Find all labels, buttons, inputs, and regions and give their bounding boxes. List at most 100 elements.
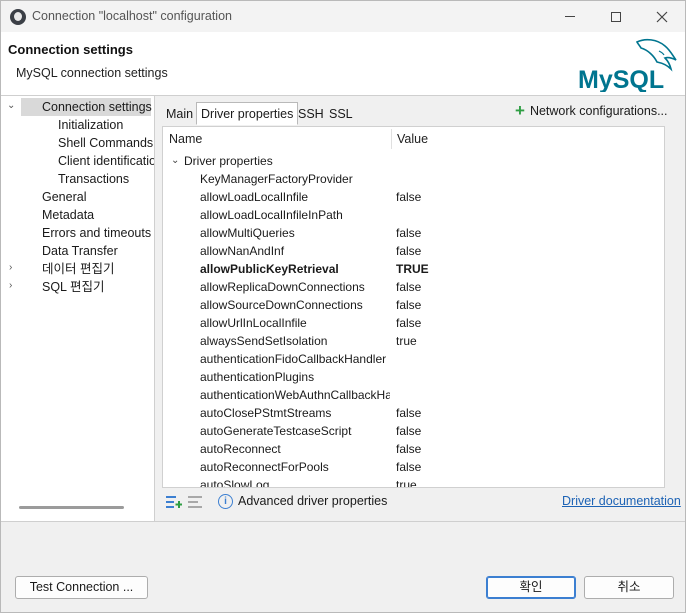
table-row[interactable]: allowNanAndInf false xyxy=(163,242,660,260)
chevron-down-icon[interactable]: ⌄ xyxy=(7,100,15,111)
group-label: Driver properties xyxy=(184,154,273,168)
property-value[interactable]: false xyxy=(396,296,421,314)
table-row[interactable]: alwaysSendSetIsolation true xyxy=(163,332,660,350)
footer-divider xyxy=(1,521,685,522)
chevron-right-icon[interactable]: › xyxy=(9,262,12,273)
table-row[interactable]: allowUrlInLocalInfile false xyxy=(163,314,660,332)
table-row[interactable]: autoReconnectForPools false xyxy=(163,458,660,476)
remove-property-icon[interactable] xyxy=(188,495,204,509)
chevron-right-icon[interactable]: › xyxy=(9,280,12,291)
dialog-header: Connection settings MySQL connection set… xyxy=(1,32,685,96)
property-value[interactable]: false xyxy=(396,242,421,260)
property-name: autoReconnectForPools xyxy=(200,460,329,474)
table-row[interactable]: allowPublicKeyRetrieval TRUE xyxy=(163,260,660,278)
table-row[interactable]: KeyManagerFactoryProvider xyxy=(163,170,660,188)
property-name: allowNanAndInf xyxy=(200,244,285,258)
tree-item-shell-commands[interactable]: Shell Commands xyxy=(58,134,153,152)
tab-driver-properties[interactable]: Driver properties xyxy=(196,102,299,125)
table-row[interactable]: authenticationPlugins xyxy=(163,368,660,386)
svg-text:MySQL: MySQL xyxy=(578,66,664,92)
tree-item-connection-settings[interactable]: Connection settings xyxy=(21,98,152,116)
tree-item-general[interactable]: General xyxy=(42,188,86,206)
table-row[interactable]: autoSlowLog true xyxy=(163,476,660,488)
tree-item-label: Data Transfer xyxy=(42,244,118,258)
property-name: autoSlowLog xyxy=(200,478,270,488)
table-group-row[interactable]: ⌄ Driver properties xyxy=(163,152,660,170)
property-name: allowUrlInLocalInfile xyxy=(200,316,307,330)
property-value[interactable]: true xyxy=(396,476,417,487)
property-value[interactable]: false xyxy=(396,404,421,422)
property-name: KeyManagerFactoryProvider xyxy=(200,172,353,186)
property-value[interactable]: false xyxy=(396,440,421,458)
table-row[interactable]: allowReplicaDownConnections false xyxy=(163,278,660,296)
network-configurations-button[interactable]: + Network configurations... xyxy=(515,102,668,119)
tree-item-transactions[interactable]: Transactions xyxy=(58,170,129,188)
table-row[interactable]: autoClosePStmtStreams false xyxy=(163,404,660,422)
tree-item-label: Metadata xyxy=(42,208,95,222)
column-header-value[interactable]: Value xyxy=(397,127,428,151)
tree-item-label: Initialization xyxy=(58,118,124,132)
property-value[interactable]: false xyxy=(396,188,421,206)
window-title: Connection "localhost" configuration xyxy=(32,9,232,23)
table-row[interactable]: autoReconnect false xyxy=(163,440,660,458)
table-row[interactable]: allowLoadLocalInfile false xyxy=(163,188,660,206)
property-value[interactable]: false xyxy=(396,458,421,476)
table-row[interactable]: authenticationWebAuthnCallbackHandler xyxy=(163,386,660,404)
tree-item-label: Connection settings xyxy=(42,100,152,114)
property-name: allowPublicKeyRetrieval xyxy=(200,262,339,276)
tree-item-data-editor[interactable]: 데이터 편집기 xyxy=(42,260,114,278)
property-name: autoGenerateTestcaseScript xyxy=(200,424,352,438)
table-row[interactable]: autoGenerateTestcaseScript false xyxy=(163,422,660,440)
chevron-down-icon[interactable]: ⌄ xyxy=(171,152,179,170)
mysql-logo: MySQL xyxy=(578,38,677,92)
maximize-button[interactable] xyxy=(593,1,639,32)
driver-documentation-link[interactable]: Driver documentation xyxy=(562,494,681,508)
property-value[interactable]: false xyxy=(396,278,421,296)
tree-item-label: SQL 편집기 xyxy=(42,280,105,294)
property-name: allowLoadLocalInfileInPath xyxy=(200,208,343,222)
tree-item-sql-editor[interactable]: SQL 편집기 xyxy=(42,278,105,296)
ok-button[interactable]: 확인 xyxy=(486,576,576,599)
tree-item-label: Shell Commands xyxy=(58,136,154,150)
info-icon: i xyxy=(218,494,233,509)
driver-properties-table[interactable]: Name Value ⌄ Driver properties KeyManage… xyxy=(162,126,665,488)
tab-label: SSH xyxy=(298,107,324,121)
table-row[interactable]: allowSourceDownConnections false xyxy=(163,296,660,314)
settings-tree[interactable]: ⌄ Connection settings Initialization She… xyxy=(1,96,155,521)
tree-item-errors-timeouts[interactable]: Errors and timeouts xyxy=(42,224,151,242)
tab-label: SSL xyxy=(329,107,353,121)
page-subtitle: MySQL connection settings xyxy=(16,66,168,80)
property-value[interactable]: false xyxy=(396,422,421,440)
tree-item-data-transfer[interactable]: Data Transfer xyxy=(42,242,118,260)
dbeaver-app-icon xyxy=(10,9,26,25)
table-row[interactable]: authenticationFidoCallbackHandler xyxy=(163,350,660,368)
table-row[interactable]: allowMultiQueries false xyxy=(163,224,660,242)
property-name: authenticationFidoCallbackHandler xyxy=(200,352,387,366)
tree-item-label: Errors and timeouts xyxy=(42,226,152,240)
property-name: authenticationPlugins xyxy=(200,370,315,384)
cancel-button[interactable]: 취소 xyxy=(584,576,674,599)
tab-ssl[interactable]: SSL xyxy=(324,102,358,125)
tree-item-initialization[interactable]: Initialization xyxy=(58,116,123,134)
minimize-button[interactable] xyxy=(547,1,593,32)
test-connection-button[interactable]: Test Connection ... xyxy=(15,576,148,599)
table-bottom-bar: i Advanced driver properties Driver docu… xyxy=(162,492,682,512)
property-value[interactable]: false xyxy=(396,314,421,332)
column-header-name[interactable]: Name xyxy=(169,127,202,151)
property-name: autoClosePStmtStreams xyxy=(200,406,332,420)
tree-item-label: Transactions xyxy=(58,172,130,186)
add-property-icon[interactable] xyxy=(166,495,182,509)
close-button[interactable] xyxy=(639,1,685,32)
property-value[interactable]: false xyxy=(396,224,421,242)
table-row[interactable]: allowLoadLocalInfileInPath xyxy=(163,206,660,224)
advanced-driver-properties-label: Advanced driver properties xyxy=(238,494,388,508)
tree-horizontal-scrollbar[interactable] xyxy=(19,506,124,509)
property-value[interactable]: true xyxy=(396,332,417,350)
tree-item-metadata[interactable]: Metadata xyxy=(42,206,94,224)
tree-item-label: Client identification xyxy=(58,154,154,168)
title-bar[interactable]: Connection "localhost" configuration xyxy=(1,1,685,32)
tab-main[interactable]: Main xyxy=(161,102,198,125)
property-value[interactable]: TRUE xyxy=(396,260,429,278)
tree-item-client-identification[interactable]: Client identification xyxy=(58,152,154,170)
column-divider[interactable] xyxy=(391,129,392,149)
